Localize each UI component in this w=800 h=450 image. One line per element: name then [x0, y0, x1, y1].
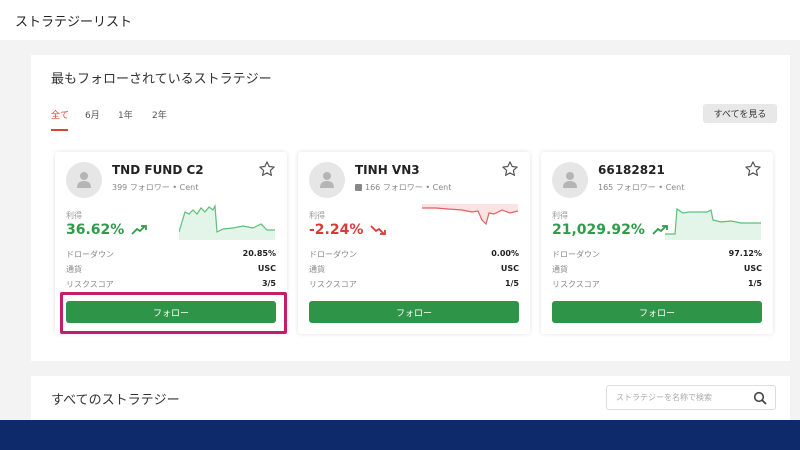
strategy-name[interactable]: TINH VN3 — [355, 163, 420, 177]
search-icon[interactable] — [753, 391, 767, 405]
active-tab-underline — [51, 129, 68, 131]
drawdown-row: ドローダウン 20.85% — [66, 249, 276, 263]
all-strategies-title: すべてのストラテジー — [51, 393, 180, 408]
profit-sparkline — [179, 204, 275, 240]
profit-value-wrap: 21,029.92% — [552, 222, 668, 238]
profit-value-wrap: 36.62% — [66, 222, 148, 238]
currency-label: 通貨 — [552, 265, 568, 274]
risk-score-value: 3/5 — [261, 279, 276, 288]
drawdown-label: ドローダウン — [309, 250, 357, 259]
strategy-card: TINH VN3 166 フォロワー • Cent 利得 -2.24% ドローダ… — [298, 152, 530, 334]
currency-label: 通貨 — [309, 265, 325, 274]
risk-score-label: リスクスコア — [66, 280, 114, 289]
profit-value: 36.62% — [66, 222, 125, 238]
drawdown-value: 0.00% — [491, 249, 519, 258]
star-icon[interactable] — [744, 160, 762, 178]
risk-score-row: リスクスコア 1/5 — [552, 279, 762, 293]
strategy-subtitle: 399 フォロワー • Cent — [112, 183, 199, 192]
star-icon[interactable] — [258, 160, 276, 178]
currency-row: 通貨 USC — [309, 264, 519, 278]
risk-score-value: 1/5 — [504, 279, 519, 288]
risk-score-label: リスクスコア — [309, 280, 357, 289]
drawdown-value: 97.12% — [728, 249, 762, 258]
currency-value: USC — [743, 264, 762, 273]
user-icon — [563, 172, 577, 188]
follow-button[interactable]: フォロー — [309, 301, 519, 323]
strategy-subtitle: 166 フォロワー • Cent — [365, 183, 452, 192]
page-title: ストラテジーリスト — [15, 15, 133, 30]
drawdown-row: ドローダウン 0.00% — [309, 249, 519, 263]
risk-score-row: リスクスコア 1/5 — [309, 279, 519, 293]
follow-button[interactable]: フォロー — [66, 301, 276, 323]
search-input[interactable] — [608, 387, 748, 408]
trend-up-icon — [131, 225, 148, 235]
drawdown-label: ドローダウン — [552, 250, 600, 259]
tab-6-months[interactable]: 6月 — [85, 108, 100, 121]
strategy-card: 66182821 165 フォロワー • Cent 利得 21,029.92% … — [541, 152, 773, 334]
profit-label: 利得 — [66, 211, 82, 220]
all-strategies-panel: すべてのストラテジー — [31, 376, 790, 420]
featured-strategies-title: 最もフォローされているストラテジー — [51, 72, 272, 87]
footer-band — [0, 420, 800, 450]
top-bar: ストラテジーリスト — [0, 0, 800, 40]
drawdown-label: ドローダウン — [66, 250, 114, 259]
risk-score-value: 1/5 — [747, 279, 762, 288]
profit-label: 利得 — [552, 211, 568, 220]
profit-value: 21,029.92% — [552, 222, 645, 238]
search-box — [606, 385, 776, 410]
strategy-card: TND FUND C2 399 フォロワー • Cent 利得 36.62% ド… — [55, 152, 287, 334]
drawdown-value: 20.85% — [242, 249, 276, 258]
strategy-subtitle-wrap: 166 フォロワー • Cent — [355, 182, 451, 193]
currency-row: 通貨 USC — [552, 264, 762, 278]
profit-value: -2.24% — [309, 222, 364, 238]
strategy-subtitle: 165 フォロワー • Cent — [598, 183, 685, 192]
lock-icon — [355, 184, 362, 191]
tab-2-years[interactable]: 2年 — [152, 108, 167, 121]
avatar — [552, 162, 588, 198]
tab-all[interactable]: 全て — [51, 108, 69, 121]
user-icon — [320, 172, 334, 188]
currency-row: 通貨 USC — [66, 264, 276, 278]
profit-value-wrap: -2.24% — [309, 222, 387, 238]
tab-1-year[interactable]: 1年 — [118, 108, 133, 121]
avatar — [309, 162, 345, 198]
risk-score-label: リスクスコア — [552, 280, 600, 289]
star-icon[interactable] — [501, 160, 519, 178]
follow-button[interactable]: フォロー — [552, 301, 762, 323]
currency-value: USC — [500, 264, 519, 273]
profit-label: 利得 — [309, 211, 325, 220]
currency-label: 通貨 — [66, 265, 82, 274]
profit-sparkline — [422, 204, 518, 226]
strategy-name[interactable]: 66182821 — [598, 163, 665, 177]
risk-score-row: リスクスコア 3/5 — [66, 279, 276, 293]
user-icon — [77, 172, 91, 188]
currency-value: USC — [257, 264, 276, 273]
profit-sparkline — [665, 207, 761, 240]
strategy-name[interactable]: TND FUND C2 — [112, 163, 204, 177]
see-all-button[interactable]: すべてを見る — [703, 104, 777, 123]
avatar — [66, 162, 102, 198]
featured-strategies-panel: 最もフォローされているストラテジー 全て 6月 1年 2年 すべてを見る TND… — [31, 55, 790, 361]
trend-down-icon — [370, 225, 387, 235]
drawdown-row: ドローダウン 97.12% — [552, 249, 762, 263]
